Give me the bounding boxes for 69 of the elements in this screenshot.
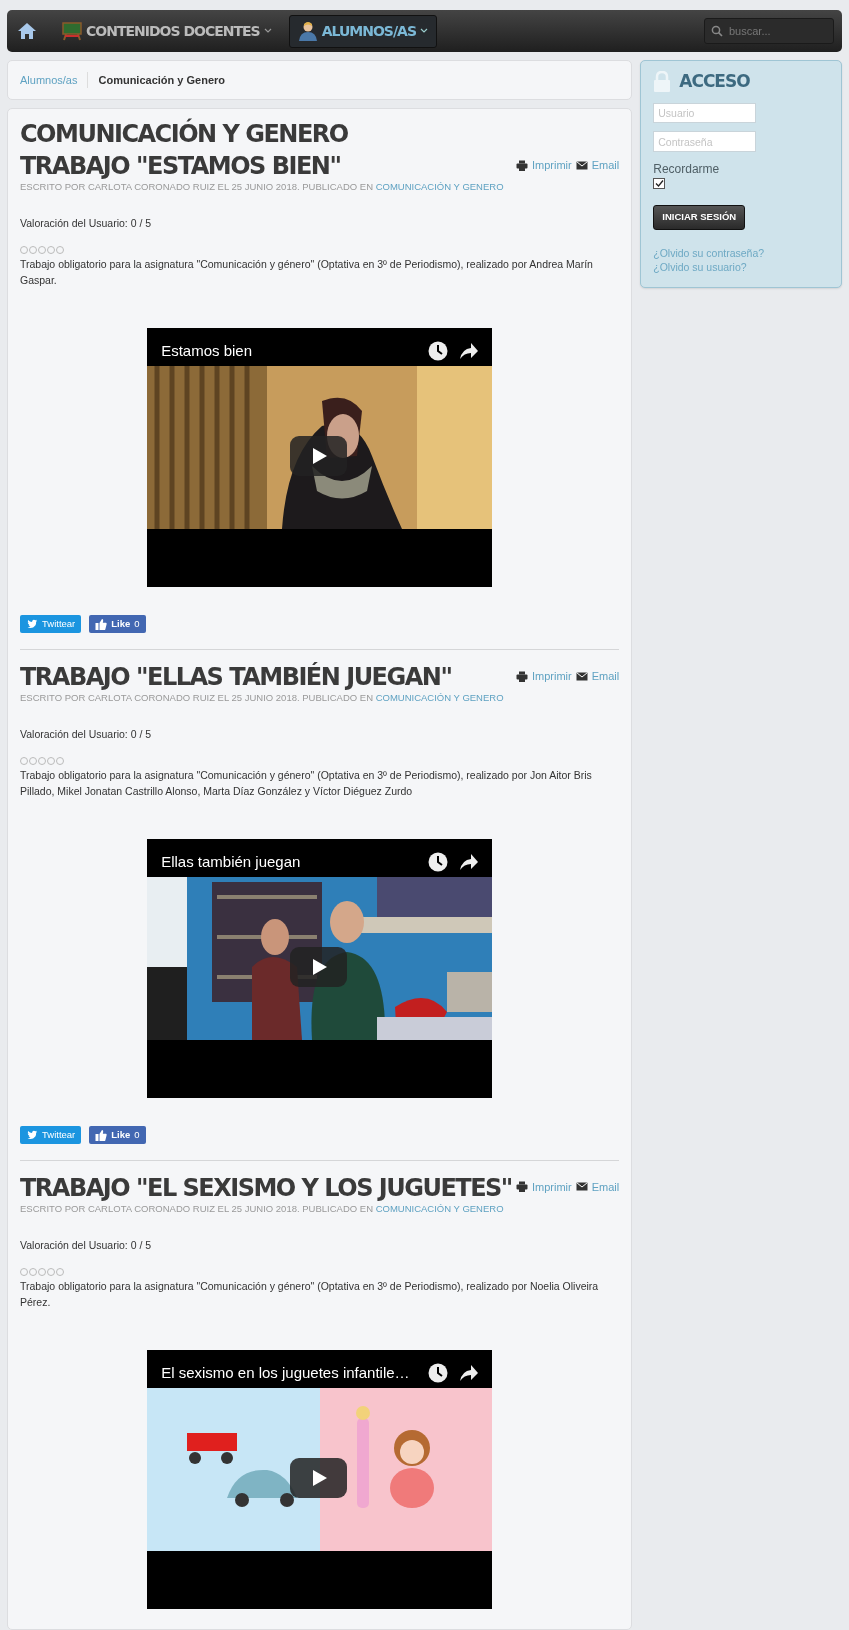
tweet-button[interactable]: Twittear	[20, 1126, 82, 1145]
category-link[interactable]: COMUNICACIÓN Y GENERO	[375, 180, 504, 192]
article-description: Trabajo obligatorio para la asignatura "Comunicación y género" (Optativa en 3º de Periodismo), realizado por Andrea Marín Gaspar.	[20, 256, 594, 289]
tweet-button[interactable]: Twittear	[20, 615, 82, 634]
like-count: 0	[134, 1128, 140, 1143]
forgot-link[interactable]: ¿Olvido su usuario?	[653, 260, 747, 275]
home-icon[interactable]	[17, 22, 37, 40]
like-button[interactable]: Like 0	[89, 1126, 146, 1145]
caret-icon	[420, 28, 428, 34]
bird-icon	[26, 1129, 38, 1142]
menu-item[interactable]: CONTENIDOS DOCENTES	[53, 14, 281, 48]
user-rating: Valoración del Usuario: 0 / 5	[20, 726, 153, 742]
printer-icon	[516, 1181, 528, 1194]
print-link[interactable]: Imprimir	[516, 668, 572, 685]
search-icon	[711, 25, 723, 37]
email-link[interactable]: Email	[575, 668, 620, 685]
envelope-icon	[575, 670, 588, 683]
article-title: TRABAJO "ELLAS TAMBIÉN JUEGAN"	[20, 664, 452, 691]
menu-item[interactable]: ALUMNOS/AS	[288, 14, 437, 48]
video-title[interactable]: Estamos bien	[161, 340, 252, 363]
article-description: Trabajo obligatorio para la asignatura "Comunicación y género" (Optativa en 3º de Periodismo), realizado por Noelia Oliveira Pérez.	[20, 1278, 600, 1310]
print-link[interactable]: Imprimir	[516, 157, 572, 174]
article-byline: ESCRITO POR CARLOTA CORONADO RUIZ EL 25 JUNIO 2018. PUBLICADO EN COMUNICACIÓN Y GENERO	[20, 179, 505, 194]
printer-icon	[516, 159, 528, 172]
remember-label: Recordarme	[653, 161, 720, 179]
remember-checkbox[interactable]	[653, 178, 666, 190]
user-rating: Valoración del Usuario: 0 / 5	[20, 216, 153, 232]
person-icon	[297, 21, 318, 41]
thumbs-up-icon	[95, 1129, 108, 1142]
thumbs-up-icon	[95, 618, 108, 631]
envelope-icon	[575, 1181, 588, 1194]
video-player[interactable]: Ellas también juegan	[147, 839, 493, 1099]
blackboard-icon	[62, 21, 82, 41]
category-link[interactable]: COMUNICACIÓN Y GENERO	[375, 1202, 504, 1214]
password-field[interactable]: Contraseña	[653, 131, 757, 153]
print-link[interactable]: Imprimir	[516, 1179, 572, 1196]
breadcrumb-current: Comunicación y Genero	[87, 71, 225, 89]
caret-icon	[263, 28, 272, 34]
play-button[interactable]	[290, 1458, 348, 1499]
article-byline: ESCRITO POR CARLOTA CORONADO RUIZ EL 25 JUNIO 2018. PUBLICADO EN COMUNICACIÓN Y GENERO	[20, 690, 505, 705]
clock-icon[interactable]	[428, 852, 449, 873]
bird-icon	[26, 618, 38, 631]
article-title: TRABAJO "EL SEXISMO Y LOS JUGUETES"	[20, 1175, 512, 1202]
username-field[interactable]: Usuario	[653, 102, 757, 124]
video-player[interactable]: Estamos bien	[147, 328, 493, 588]
video-title[interactable]: El sexismo en los juguetes infantile…	[161, 1362, 410, 1385]
envelope-icon	[575, 159, 588, 172]
like-button[interactable]: Like 0	[89, 615, 146, 634]
article-description: Trabajo obligatorio para la asignatura "Comunicación y género" (Optativa en 3º de Periodismo), realizado por Jon Aitor Bris Pillado, Mikel Jonatan Castrillo Alonso, Marta Díaz González y Víctor Diéguez Zurdo	[20, 767, 593, 799]
play-button[interactable]	[290, 436, 348, 477]
video-player[interactable]: El sexismo en los juguetes infantile…	[147, 1350, 493, 1610]
article-byline: ESCRITO POR CARLOTA CORONADO RUIZ EL 25 JUNIO 2018. PUBLICADO EN COMUNICACIÓN Y GENERO	[20, 1201, 505, 1216]
printer-icon	[516, 670, 528, 683]
category-link[interactable]: COMUNICACIÓN Y GENERO	[375, 691, 504, 703]
forgot-link[interactable]: ¿Olvido su contraseña?	[653, 245, 765, 261]
article-title: TRABAJO "ESTAMOS BIEN"	[20, 153, 341, 180]
video-title[interactable]: Ellas también juegan	[161, 851, 301, 874]
email-link[interactable]: Email	[575, 157, 620, 174]
lock-icon	[653, 70, 672, 93]
breadcrumb-link[interactable]: Alumnos/as	[20, 71, 78, 89]
play-button[interactable]	[290, 947, 348, 988]
email-link[interactable]: Email	[575, 1179, 620, 1196]
search-field[interactable]: buscar...	[704, 18, 834, 44]
clock-icon[interactable]	[428, 341, 449, 362]
clock-icon[interactable]	[428, 1363, 449, 1384]
login-button[interactable]: INICIAR SESIÓN	[653, 205, 746, 230]
user-rating: Valoración del Usuario: 0 / 5	[20, 1237, 153, 1253]
panel-title: ACCESO	[679, 70, 750, 93]
like-count: 0	[134, 617, 140, 632]
